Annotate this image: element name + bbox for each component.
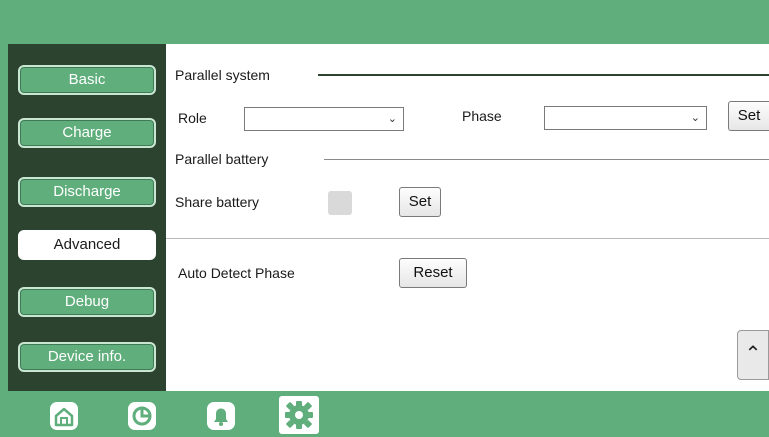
role-label: Role [178,110,207,126]
share-battery-checkbox[interactable] [328,191,352,215]
scroll-up-button[interactable]: ⌃ [737,330,769,380]
bottom-nav-bar [0,391,769,437]
phase-select[interactable]: ⌄ [544,106,707,130]
sidebar-item-discharge[interactable]: Discharge [18,177,156,207]
sidebar-item-charge[interactable]: Charge [18,118,156,148]
parallel-battery-line [324,159,769,160]
nav-alerts[interactable] [201,396,241,434]
nav-home[interactable] [44,396,84,434]
home-icon [50,402,78,430]
bell-icon [207,402,235,430]
parallel-battery-title: Parallel battery [175,151,269,167]
chevron-down-icon: ⌄ [387,113,397,125]
parallel-system-line [318,74,769,76]
parallel-system-set-button[interactable]: Set [728,101,769,131]
chevron-up-icon: ⌃ [744,343,762,365]
share-battery-label: Share battery [175,194,260,210]
top-bar [0,0,769,44]
auto-detect-phase-label: Auto Detect Phase [178,265,295,281]
role-select[interactable]: ⌄ [244,107,404,131]
reset-button[interactable]: Reset [399,258,467,288]
sidebar-item-basic[interactable]: Basic [18,65,156,95]
nav-settings[interactable] [279,396,319,434]
gear-icon [285,401,313,429]
parallel-battery-set-button[interactable]: Set [399,187,441,217]
pie-chart-icon [128,402,156,430]
sidebar-item-debug[interactable]: Debug [18,287,156,317]
section-divider [166,238,769,239]
parallel-system-title: Parallel system [175,67,270,83]
nav-stats[interactable] [122,396,162,434]
sidebar: Basic Charge Discharge Advanced Debug De… [8,44,166,391]
sidebar-item-advanced[interactable]: Advanced [18,230,156,260]
left-stripe [0,0,8,437]
chevron-down-icon: ⌄ [690,112,700,124]
phase-label: Phase [462,108,502,124]
sidebar-item-device-info[interactable]: Device info. [18,342,156,372]
main-content [166,44,769,391]
